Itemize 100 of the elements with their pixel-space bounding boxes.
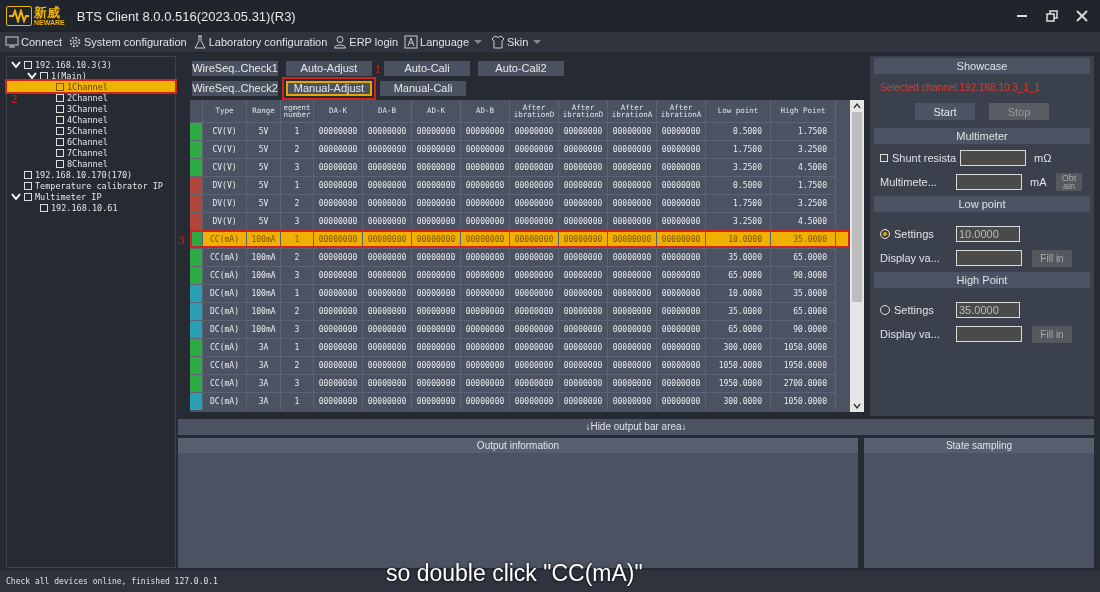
tree-item[interactable]: 8Channel (43, 158, 108, 169)
table-cell: 00000000 (510, 194, 559, 212)
table-cell: 00000000 (461, 338, 510, 356)
table-cell: 00000000 (559, 356, 608, 374)
tree-item[interactable]: 192.168.10.3(3) (11, 59, 112, 70)
expand-chevron-icon[interactable] (11, 60, 21, 69)
restore-icon[interactable] (1046, 10, 1058, 22)
dropdown-caret-icon[interactable] (474, 39, 482, 45)
table-cell: 00000000 (657, 122, 706, 140)
tree-item[interactable]: Temperature calibrator IP (11, 180, 163, 191)
table-row[interactable]: CC(mA) 100mA 1 00000000 00000000 00000000 00000000 00000000 00000000 00000000 00000000 10.0000 35.0000 (190, 230, 850, 248)
menu-item[interactable]: Skin (488, 35, 532, 49)
tree-item[interactable]: 3Channel (43, 103, 108, 114)
table-cell: 00000000 (608, 176, 657, 194)
settings-icon (68, 35, 82, 49)
table-cell: 00000000 (461, 320, 510, 338)
table-cell: 0.5000 (706, 176, 771, 194)
tree-item[interactable]: 2Channel (43, 92, 108, 103)
tab[interactable]: WireSeq..Check1 (192, 61, 278, 76)
input-field[interactable] (956, 174, 1022, 190)
table-cell: 5V (247, 122, 281, 140)
table-cell: 00000000 (461, 230, 510, 248)
tree-item[interactable]: Multimeter IP (11, 191, 102, 202)
table-cell: DC(mA) (203, 302, 247, 320)
field-label: Settings (894, 228, 935, 240)
expand-chevron-icon[interactable] (27, 71, 37, 80)
table-cell: 00000000 (559, 320, 608, 338)
tab[interactable]: Auto-Cali2 (478, 61, 564, 76)
table-cell: 10.0000 (706, 284, 771, 302)
table-cell: 35.0000 (771, 284, 836, 302)
table-cell: 00000000 (510, 338, 559, 356)
tab[interactable]: Manual-Cali (380, 81, 466, 96)
table-cell: 00000000 (412, 122, 461, 140)
table-cell: 100mA (247, 266, 281, 284)
table-cell: 00000000 (314, 302, 363, 320)
table-cell: 00000000 (559, 248, 608, 266)
menu-item[interactable]: Laboratory configuration (189, 35, 331, 49)
expand-chevron-icon[interactable] (11, 192, 21, 201)
table-cell: 00000000 (559, 284, 608, 302)
field-label: Display va... (880, 252, 941, 264)
table-cell: 00000000 (559, 392, 608, 410)
menu-item[interactable]: ERP login (330, 35, 402, 49)
table-cell: 100mA (247, 320, 281, 338)
table-cell: 3.2500 (706, 158, 771, 176)
scroll-down-icon[interactable] (853, 403, 861, 409)
radio-button[interactable] (880, 229, 890, 239)
tree-item[interactable]: 192.168.10.61 (27, 202, 118, 213)
table-cell: CV(V) (203, 140, 247, 158)
start-button[interactable]: Start (915, 103, 975, 120)
table-cell: 00000000 (559, 140, 608, 158)
tab[interactable]: Auto-Adjust (286, 61, 372, 76)
tree-item[interactable]: 1Channel (7, 81, 175, 92)
input-field[interactable]: 35.0000 (956, 302, 1020, 318)
input-field[interactable] (956, 250, 1022, 266)
unit-label: mΩ (1034, 152, 1053, 164)
table-cell: 00000000 (461, 392, 510, 410)
tab[interactable]: Auto-Cali (384, 61, 470, 76)
table-cell: 00000000 (412, 140, 461, 158)
tree-item[interactable]: 7Channel (43, 147, 108, 158)
table-cell: 00000000 (608, 230, 657, 248)
table-cell: DV(V) (203, 194, 247, 212)
table-cell: CC(mA) (203, 356, 247, 374)
menu-item[interactable]: System configuration (65, 35, 190, 49)
tab[interactable]: WireSeq..Check2 (192, 81, 278, 96)
table-cell: 1.7500 (706, 194, 771, 212)
table-cell: 65.0000 (771, 302, 836, 320)
menu-item[interactable]: Language (401, 35, 472, 49)
hide-output-bar-button[interactable]: ↓Hide output bar area↓ (178, 419, 1094, 435)
input-field[interactable] (956, 326, 1022, 342)
table-cell: 00000000 (559, 194, 608, 212)
tree-item[interactable]: 5Channel (43, 125, 108, 136)
table-cell: DC(mA) (203, 392, 247, 410)
scrollbar[interactable] (850, 100, 864, 412)
panel-title: State sampling (864, 438, 1094, 453)
menu-item[interactable]: Connect (2, 35, 65, 49)
table-cell: 10.0000 (706, 230, 771, 248)
close-icon[interactable] (1076, 10, 1088, 22)
table-cell: 5V (247, 158, 281, 176)
table-cell: 00000000 (559, 176, 608, 194)
table-cell: 00000000 (510, 356, 559, 374)
table-cell: 00000000 (314, 230, 363, 248)
unit-label: mA (1030, 176, 1048, 188)
tree-item[interactable]: 4Channel (43, 114, 108, 125)
table-cell: 00000000 (657, 338, 706, 356)
table-cell: 00000000 (314, 140, 363, 158)
tree-item[interactable]: 192.168.10.170(170) (11, 169, 133, 180)
table-cell: 1 (281, 122, 314, 140)
table-cell: 1050.0000 (771, 338, 836, 356)
scroll-up-icon[interactable] (853, 103, 861, 109)
input-field[interactable]: 10.0000 (956, 226, 1020, 242)
checkbox[interactable] (56, 82, 64, 91)
table-cell: 00000000 (657, 320, 706, 338)
table-cell: 00000000 (510, 122, 559, 140)
tree-item[interactable]: 6Channel (43, 136, 108, 147)
input-field[interactable] (960, 150, 1026, 166)
table-cell: 100mA (247, 230, 281, 248)
dropdown-caret-icon[interactable] (533, 39, 542, 45)
table-cell: 00000000 (314, 374, 363, 392)
annotation-number: 2 (11, 92, 18, 105)
table-cell: 35.0000 (706, 248, 771, 266)
